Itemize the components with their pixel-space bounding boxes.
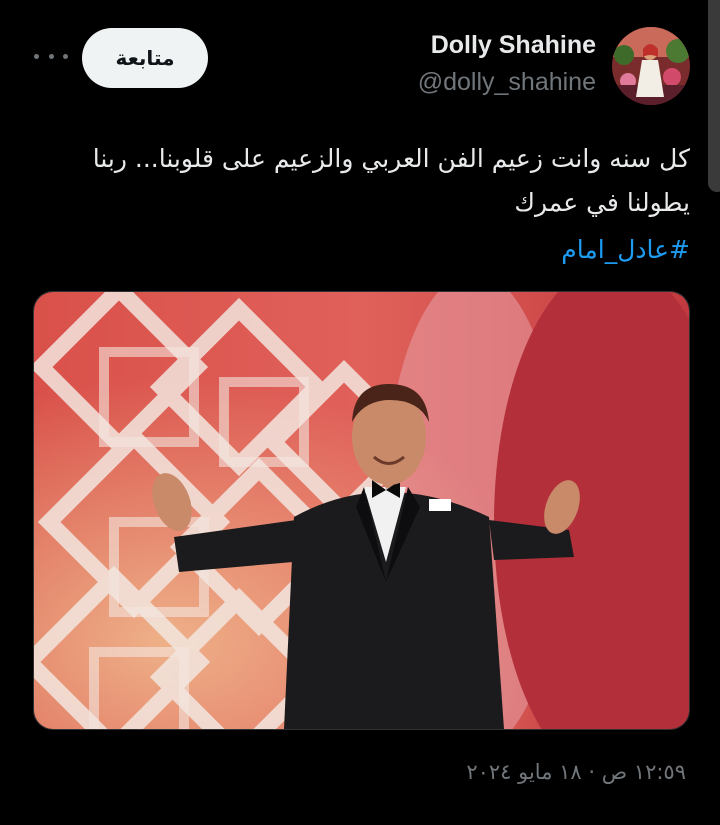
photo-image (34, 292, 689, 729)
avatar[interactable] (612, 27, 690, 105)
dot (63, 53, 68, 59)
tweet-text: كل سنه وانت زعيم الفن العربي والزعيم على… (92, 144, 690, 217)
more-options-icon[interactable] (34, 46, 68, 66)
hashtag-link[interactable]: #عادل_امام (561, 230, 690, 270)
user-handle[interactable]: @dolly_shahine (418, 65, 596, 99)
dot (48, 53, 54, 59)
scrollbar[interactable] (708, 0, 720, 192)
tweet-photo[interactable] (33, 291, 690, 730)
display-name[interactable]: Dolly Shahine (418, 28, 596, 62)
dot (34, 53, 39, 59)
author-identity: Dolly Shahine @dolly_shahine (418, 28, 596, 99)
tweet-timestamp[interactable]: ١٢:٥٩ ص · ١٨ مايو ٢٠٢٤ (466, 760, 686, 784)
avatar-image (612, 27, 690, 105)
follow-button[interactable]: متابعة (82, 28, 208, 88)
